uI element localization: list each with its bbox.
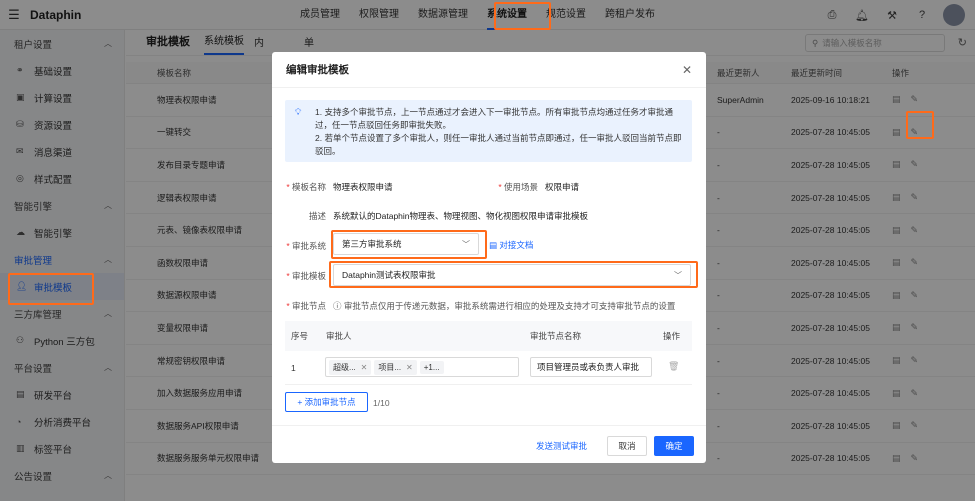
node-row-index: 1	[291, 363, 296, 373]
highlight-sidebar-approval	[8, 273, 94, 305]
label-name: * 模板名称	[286, 182, 326, 192]
approver-tag: 项目... ✕	[374, 359, 417, 375]
edit-template-modal: 编辑审批模板 ✕ 💡︎ 1. 支持多个审批节点，上一节点通过才会进入下一审批节点…	[272, 52, 706, 463]
modal-title: 编辑审批模板	[286, 64, 349, 76]
close-icon[interactable]: ✕	[406, 363, 413, 372]
notice-text-1: 1. 支持多个审批节点，上一节点通过才会进入下一审批节点。所有审批节点均通过任务…	[315, 107, 673, 130]
doc-icon: ▤	[489, 240, 500, 250]
notice-text-2: 2. 若单个节点设置了多个审批人，则任一审批人通过当前节点即通过，任一审批人驳回…	[315, 133, 682, 156]
highlight-edit-button	[906, 111, 934, 139]
highlight-system-settings	[494, 2, 551, 30]
label-node: * 审批节点	[286, 301, 326, 311]
info-icon: ⓘ	[333, 301, 344, 311]
node-hint: ⓘ 审批节点仅用于传递元数据，审批系统需进行相应的处理及支持才可支持审批节点的设…	[333, 301, 676, 311]
ok-button[interactable]: 确定	[654, 436, 694, 456]
close-icon[interactable]: ✕	[361, 363, 368, 372]
close-icon[interactable]: ✕	[682, 63, 692, 77]
highlight-template-select	[329, 261, 698, 288]
node-name-input[interactable]: 项目管理员或表负责人审批	[530, 357, 652, 377]
label-desc: 描述	[308, 211, 326, 221]
node-col-approver: 审批人	[326, 331, 352, 341]
label-scene: * 使用场景	[498, 182, 538, 192]
approver-tag: 超级... ✕	[329, 359, 372, 375]
add-node-button[interactable]: + 添加审批节点	[285, 392, 368, 412]
notice-box: 💡︎ 1. 支持多个审批节点，上一节点通过才会进入下一审批节点。所有审批节点均通…	[285, 100, 692, 162]
node-col-index: 序号	[291, 331, 309, 341]
lightbulb-icon: 💡︎	[295, 107, 302, 117]
value-desc: 系统默认的Dataphin物理表、物理视图、物化视图权限申请审批模板	[333, 211, 589, 221]
modal-header: 编辑审批模板 ✕	[272, 52, 706, 88]
plus-icon: +	[297, 397, 305, 407]
modal-footer: 发送测试审批 取消 确定	[272, 425, 706, 463]
approver-select[interactable]: 超级... ✕ 项目... ✕ +1...	[325, 357, 519, 377]
node-table-header: 序号 审批人 审批节点名称 操作	[285, 321, 692, 351]
value-name: 物理表权限申请	[333, 182, 393, 192]
label-system: * 审批系统	[286, 241, 326, 251]
node-table: 序号 审批人 审批节点名称 操作 1 超级... ✕ 项目... ✕ +1... 项…	[285, 321, 692, 385]
node-count: 1/10	[373, 398, 390, 408]
trash-icon[interactable]: 🗑︎	[668, 361, 679, 372]
highlight-system-select	[331, 230, 487, 259]
node-col-name: 审批节点名称	[530, 331, 582, 341]
node-col-op: 操作	[663, 331, 681, 341]
send-test-button[interactable]: 发送测试审批	[536, 436, 587, 456]
label-template: * 审批模板	[286, 271, 326, 281]
approver-more-tag: +1...	[419, 360, 444, 374]
doc-link[interactable]: ▤ 对接文档	[489, 239, 533, 251]
cancel-button[interactable]: 取消	[607, 436, 647, 456]
node-row: 1 超级... ✕ 项目... ✕ +1... 项目管理员或表负责人审批 🗑︎	[285, 351, 692, 385]
value-scene: 权限申请	[545, 182, 580, 192]
